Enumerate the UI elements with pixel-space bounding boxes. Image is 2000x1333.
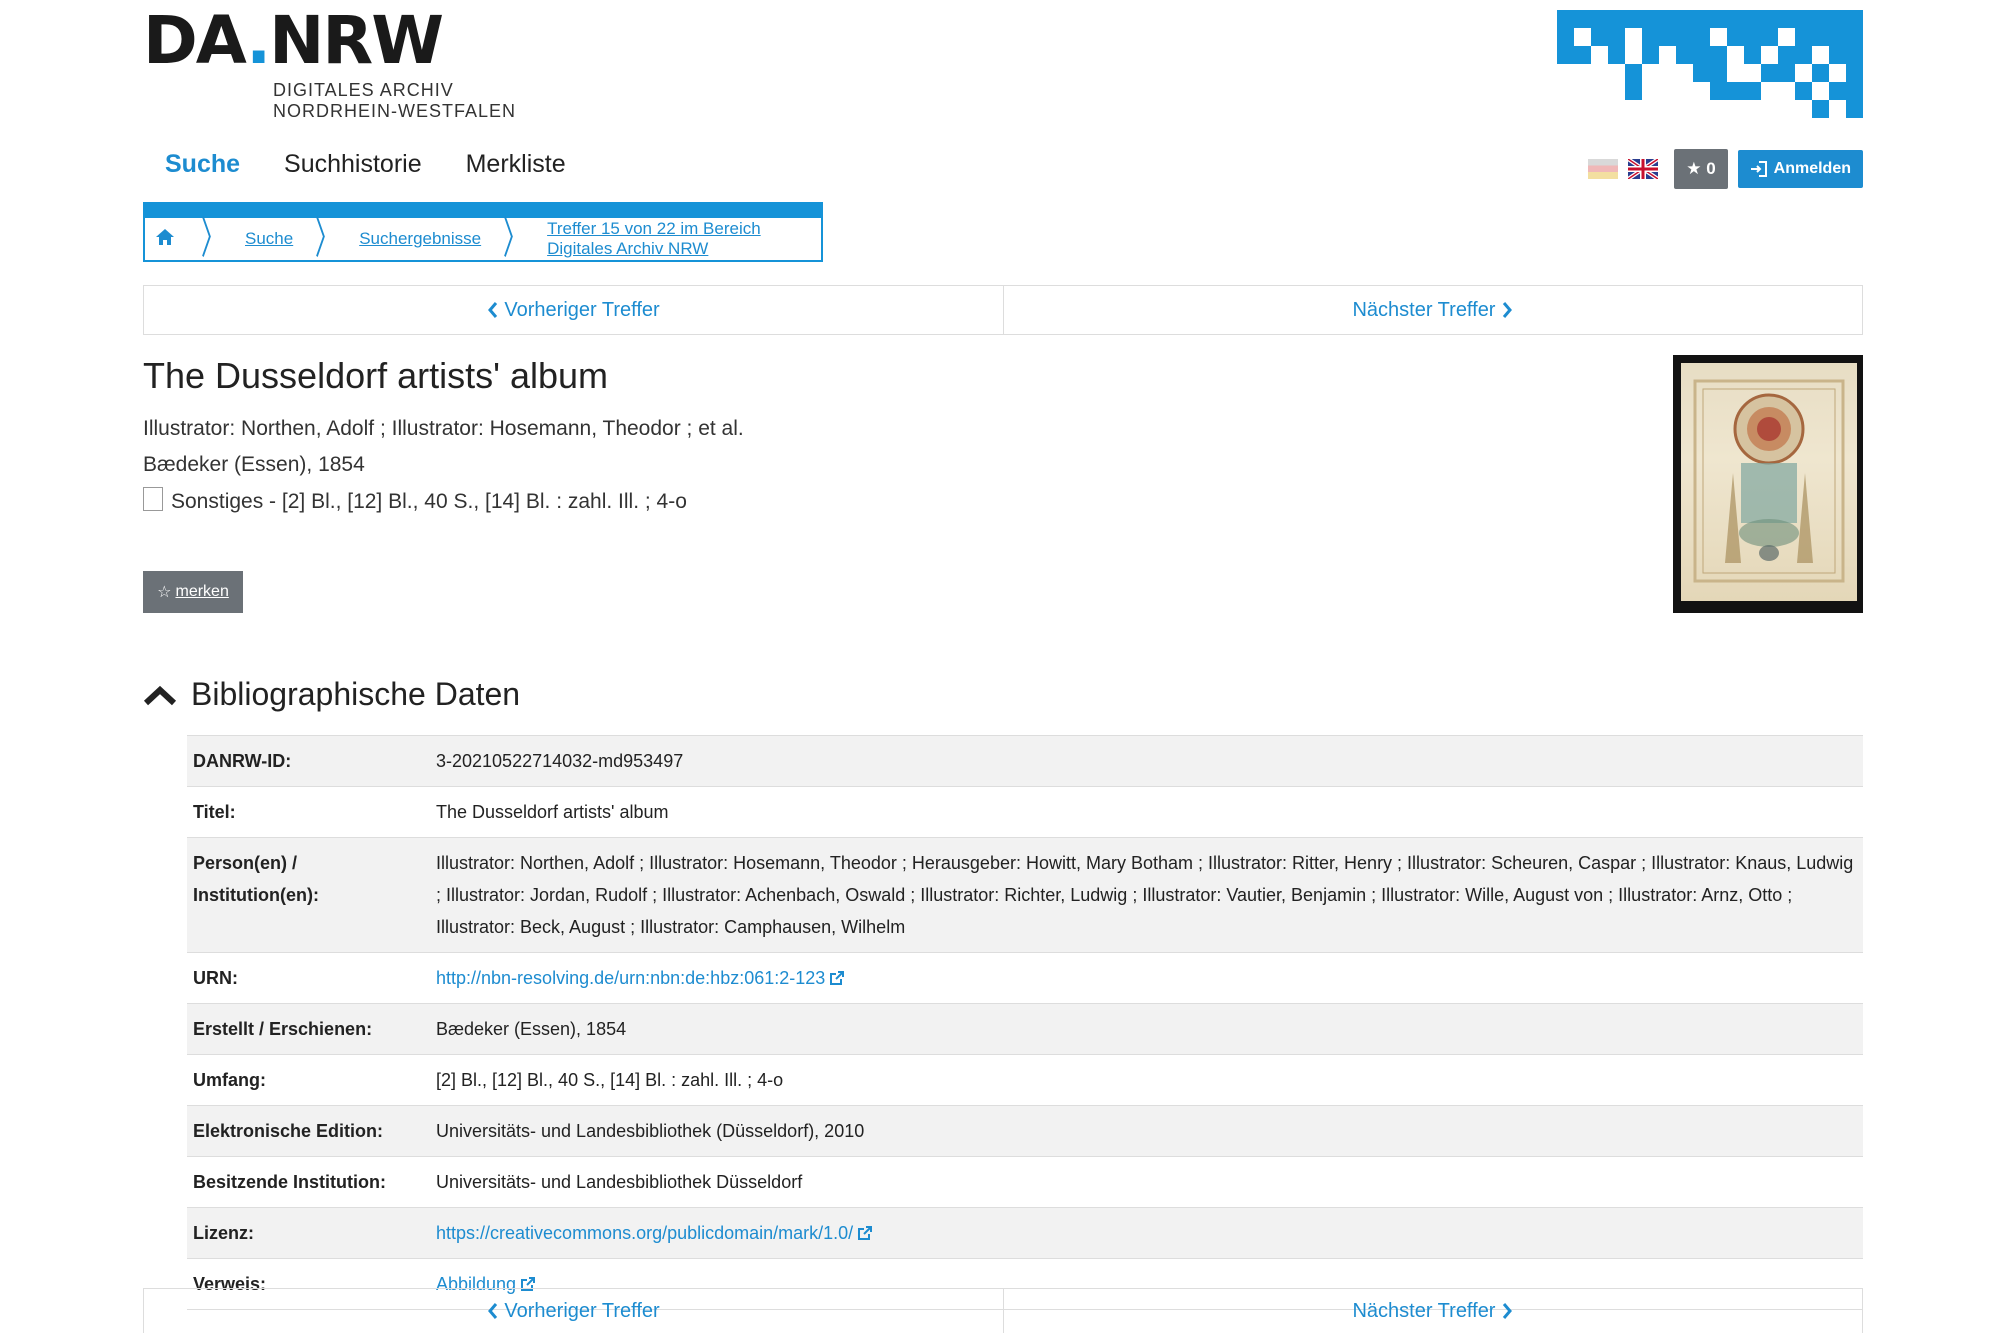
field-value: Bædeker (Essen), 1854 — [430, 1003, 1863, 1055]
star-icon: ★ — [1686, 159, 1702, 178]
site-logo[interactable]: DA.NRW DIGITALES ARCHIV NORDRHEIN-WESTFA… — [143, 2, 515, 122]
bookmark-count: 0 — [1706, 159, 1716, 178]
breadcrumb: 〉 Suche 〉 Suchergebnisse 〉 Treffer 15 vo… — [143, 214, 823, 263]
bookmark-button[interactable]: ☆ merken — [143, 571, 243, 613]
breadcrumb-separator-icon: 〉 — [503, 214, 528, 263]
field-value: Universitäts- und Landesbibliothek Düsse… — [430, 1156, 1863, 1208]
field-value: Illustrator: Northen, Adolf ; Illustrato… — [430, 837, 1863, 953]
previous-hit-button[interactable]: Vorheriger Treffer — [144, 286, 1004, 334]
field-value: https://creativecommons.org/publicdomain… — [430, 1207, 1863, 1259]
breadcrumb-current-hit[interactable]: Treffer 15 von 22 im Bereich Digitales A… — [547, 219, 809, 259]
field-label: URN: — [187, 952, 430, 1004]
pixel-pattern-logo — [1557, 10, 1863, 118]
field-value: The Dusseldorf artists' album — [430, 786, 1863, 838]
document-icon — [143, 487, 163, 511]
next-hit-button[interactable]: Nächster Treffer — [1004, 286, 1863, 334]
license-link[interactable]: https://creativecommons.org/publicdomain… — [436, 1223, 853, 1243]
header-tools: ★ 0 Anmelden — [1588, 149, 1863, 189]
previous-hit-button[interactable]: Vorheriger Treffer — [144, 1289, 1004, 1333]
field-label: Besitzende Institution: — [187, 1156, 430, 1208]
chevron-up-icon — [143, 685, 177, 705]
field-label: DANRW-ID: — [187, 735, 430, 787]
record-title: The Dusseldorf artists' album — [143, 355, 609, 396]
home-icon[interactable] — [145, 228, 191, 251]
hit-pager-top: Vorheriger Treffer Nächster Treffer — [143, 285, 1863, 335]
field-label: Umfang: — [187, 1054, 430, 1106]
thumbnail-image — [1681, 363, 1857, 601]
field-value: http://nbn-resolving.de/urn:nbn:de:hbz:0… — [430, 952, 1863, 1004]
hit-pager-bottom: Vorheriger Treffer Nächster Treffer — [143, 1288, 1863, 1333]
chevron-left-icon — [487, 302, 497, 318]
nav-tab-suche[interactable]: Suche — [165, 150, 240, 179]
login-button[interactable]: Anmelden — [1737, 150, 1863, 188]
breadcrumb-separator-icon: 〉 — [315, 214, 340, 263]
bib-section-toggle[interactable]: Bibliographische Daten — [143, 676, 520, 713]
breadcrumb-separator-icon: 〉 — [200, 214, 226, 263]
record-persons: Illustrator: Northen, Adolf ; Illustrato… — [143, 417, 744, 440]
login-icon — [1750, 161, 1767, 177]
table-row: Lizenz: https://creativecommons.org/publ… — [187, 1207, 1863, 1259]
logo-subtitle: DIGITALES ARCHIV NORDRHEIN-WESTFALEN — [273, 80, 517, 121]
field-label: Person(en) / Institution(en): — [187, 837, 430, 953]
table-row: Besitzende Institution: Universitäts- un… — [187, 1156, 1863, 1208]
table-row: URN: http://nbn-resolving.de/urn:nbn:de:… — [187, 952, 1863, 1004]
nav-tab-suchhistorie[interactable]: Suchhistorie — [284, 150, 422, 179]
breadcrumb-suchergebnisse[interactable]: Suchergebnisse — [359, 229, 481, 249]
breadcrumb-suche[interactable]: Suche — [245, 229, 293, 249]
chevron-right-icon — [1502, 1303, 1513, 1319]
table-row: Umfang: [2] Bl., [12] Bl., 40 S., [14] B… — [187, 1054, 1863, 1106]
table-row: DANRW-ID: 3-20210522714032-md953497 — [187, 735, 1863, 787]
nav-tab-merkliste[interactable]: Merkliste — [466, 150, 566, 179]
bib-section-heading: Bibliographische Daten — [191, 676, 521, 712]
bibliographic-data-table: DANRW-ID: 3-20210522714032-md953497 Tite… — [187, 735, 1863, 1310]
external-link-icon — [830, 971, 845, 985]
field-label: Elektronische Edition: — [187, 1105, 430, 1157]
breadcrumb-bar — [143, 202, 823, 218]
urn-link[interactable]: http://nbn-resolving.de/urn:nbn:de:hbz:0… — [436, 968, 825, 988]
main-navigation: Suche Suchhistorie Merkliste — [165, 150, 566, 179]
field-value: [2] Bl., [12] Bl., 40 S., [14] Bl. : zah… — [430, 1054, 1863, 1106]
next-hit-button[interactable]: Nächster Treffer — [1004, 1289, 1863, 1333]
record-format: Sonstiges - [2] Bl., [12] Bl., 40 S., [1… — [143, 487, 687, 514]
english-flag-icon[interactable] — [1628, 159, 1659, 179]
field-label: Lizenz: — [187, 1207, 430, 1259]
table-row: Person(en) / Institution(en): Illustrato… — [187, 837, 1863, 953]
record-thumbnail[interactable] — [1673, 355, 1863, 613]
logo-wordmark: DA.NRW — [143, 2, 444, 79]
table-row: Erstellt / Erschienen: Bædeker (Essen), … — [187, 1003, 1863, 1055]
chevron-left-icon — [487, 1303, 497, 1319]
field-label: Erstellt / Erschienen: — [187, 1003, 430, 1055]
german-flag-icon[interactable] — [1588, 159, 1619, 179]
login-label: Anmelden — [1773, 160, 1851, 177]
field-label: Titel: — [187, 786, 430, 838]
star-outline-icon: ☆ — [157, 584, 172, 601]
record-publisher: Bædeker (Essen), 1854 — [143, 453, 365, 476]
field-value: Universitäts- und Landesbibliothek (Düss… — [430, 1105, 1863, 1157]
table-row: Elektronische Edition: Universitäts- und… — [187, 1105, 1863, 1157]
external-link-icon — [858, 1226, 873, 1240]
field-value: 3-20210522714032-md953497 — [430, 735, 1863, 787]
table-row: Titel: The Dusseldorf artists' album — [187, 786, 1863, 838]
bookmark-count-button[interactable]: ★ 0 — [1674, 149, 1728, 189]
chevron-right-icon — [1502, 302, 1513, 318]
